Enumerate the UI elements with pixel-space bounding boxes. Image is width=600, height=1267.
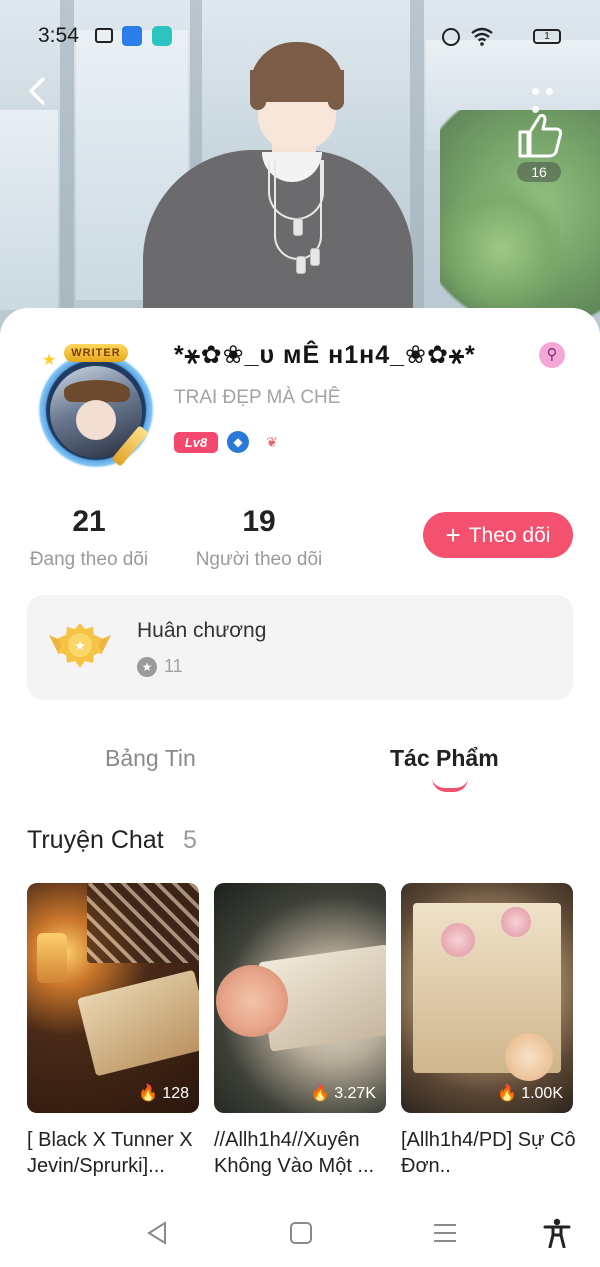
- follow-button[interactable]: + Theo dõi: [423, 512, 573, 558]
- nav-back-icon[interactable]: [143, 1218, 173, 1248]
- star-icon: ★: [42, 352, 57, 369]
- followers-stat[interactable]: 19 Người theo dõi: [190, 505, 328, 571]
- sweater-illustration: [87, 883, 199, 963]
- avatar-face: [76, 400, 116, 440]
- necklace: [274, 160, 322, 260]
- profile-bio: TRAI ĐẸP MÀ CHÊ: [174, 387, 341, 408]
- wing-badge-icon[interactable]: ❦: [258, 433, 286, 451]
- like-count: 16: [517, 162, 561, 182]
- character-hair: [250, 70, 266, 110]
- following-stat[interactable]: 21 Đang theo dõi: [22, 505, 156, 571]
- writer-badge: WRITER: [64, 344, 128, 362]
- avatar[interactable]: ★ WRITER: [28, 344, 166, 472]
- message-icon: [95, 28, 113, 43]
- rose-illustration: [505, 1033, 553, 1081]
- wifi-icon: [471, 27, 493, 46]
- following-count: 21: [72, 505, 106, 538]
- views-badge: 🔥 3.27K: [310, 1083, 376, 1103]
- followers-label: Người theo dõi: [195, 549, 323, 570]
- accessibility-icon[interactable]: [542, 1218, 572, 1248]
- story-title[interactable]: //Allh1h4//Xuyên Không Vào Một ...: [214, 1127, 390, 1179]
- views-count: 128: [162, 1085, 189, 1102]
- nav-menu-icon[interactable]: [430, 1218, 460, 1248]
- avatar-hat: [64, 380, 130, 402]
- dog-tag: [293, 218, 303, 236]
- rose-illustration: [441, 923, 475, 957]
- diamond-badge-icon[interactable]: ◆: [227, 431, 249, 453]
- section-title: Truyện Chat: [27, 826, 164, 854]
- fire-icon: 🔥: [310, 1085, 331, 1102]
- nav-home-icon[interactable]: [286, 1218, 316, 1248]
- views-badge: 🔥 1.00K: [497, 1083, 563, 1103]
- story-cover[interactable]: 🔥 1.00K: [401, 883, 573, 1113]
- book-illustration: [77, 969, 199, 1077]
- window-pane: [0, 110, 58, 310]
- plus-icon: +: [445, 520, 461, 550]
- rose-illustration: [501, 907, 531, 937]
- fire-icon: 🔥: [497, 1085, 518, 1102]
- dog-tag: [310, 248, 320, 266]
- medals-count: 11: [164, 656, 183, 676]
- status-bar: 3:54 1: [0, 0, 600, 72]
- alarm-icon: [442, 28, 460, 46]
- battery-icon: 1: [533, 29, 561, 44]
- section-count: 5: [183, 826, 197, 854]
- views-count: 1.00K: [521, 1085, 563, 1102]
- gender-icon: ⚲: [539, 342, 565, 368]
- tab-works[interactable]: Tác Phẩm: [390, 745, 499, 772]
- system-nav-bar: [0, 1200, 600, 1267]
- story-title[interactable]: [Allh1h4/PD] Sự Cô Đơn..: [401, 1127, 577, 1179]
- tab-news[interactable]: Bảng Tin: [105, 745, 196, 772]
- story-title[interactable]: [ Black X Tunner X Jevin/Sprurki]...: [27, 1127, 203, 1179]
- views-count: 3.27K: [334, 1085, 376, 1102]
- more-dots-icon[interactable]: [532, 82, 572, 113]
- candle-illustration: [37, 933, 67, 983]
- story-cover[interactable]: 🔥 128: [27, 883, 199, 1113]
- medals-panel[interactable]: ★ Huân chương ★ 11: [27, 595, 573, 700]
- rose-illustration: [216, 965, 288, 1037]
- trees-background: [440, 170, 560, 330]
- thumbs-up-icon[interactable]: [514, 110, 566, 160]
- novel-toon-icon: [122, 26, 142, 46]
- fire-icon: 🔥: [138, 1085, 159, 1102]
- story-cover[interactable]: 🔥 3.27K: [214, 883, 386, 1113]
- star-icon: ★: [137, 657, 157, 677]
- followers-count: 19: [242, 505, 276, 538]
- views-badge: 🔥 128: [138, 1083, 189, 1103]
- character-hair: [328, 70, 344, 110]
- dog-tag: [296, 256, 306, 274]
- following-label: Đang theo dõi: [29, 549, 149, 570]
- svg-text:★: ★: [74, 639, 86, 654]
- level-badge: Lv8: [174, 432, 218, 453]
- medal-icon: ★: [49, 623, 111, 668]
- follow-button-label: Theo dõi: [468, 524, 551, 547]
- medals-title: Huân chương: [137, 619, 267, 642]
- chat-app-icon: [152, 26, 172, 46]
- status-time: 3:54: [38, 24, 79, 47]
- username: *⚹✿❀_ᴜ ᴍÊ ʜ1ʜ4_❀✿⚹*: [174, 341, 476, 369]
- back-icon[interactable]: [22, 74, 52, 108]
